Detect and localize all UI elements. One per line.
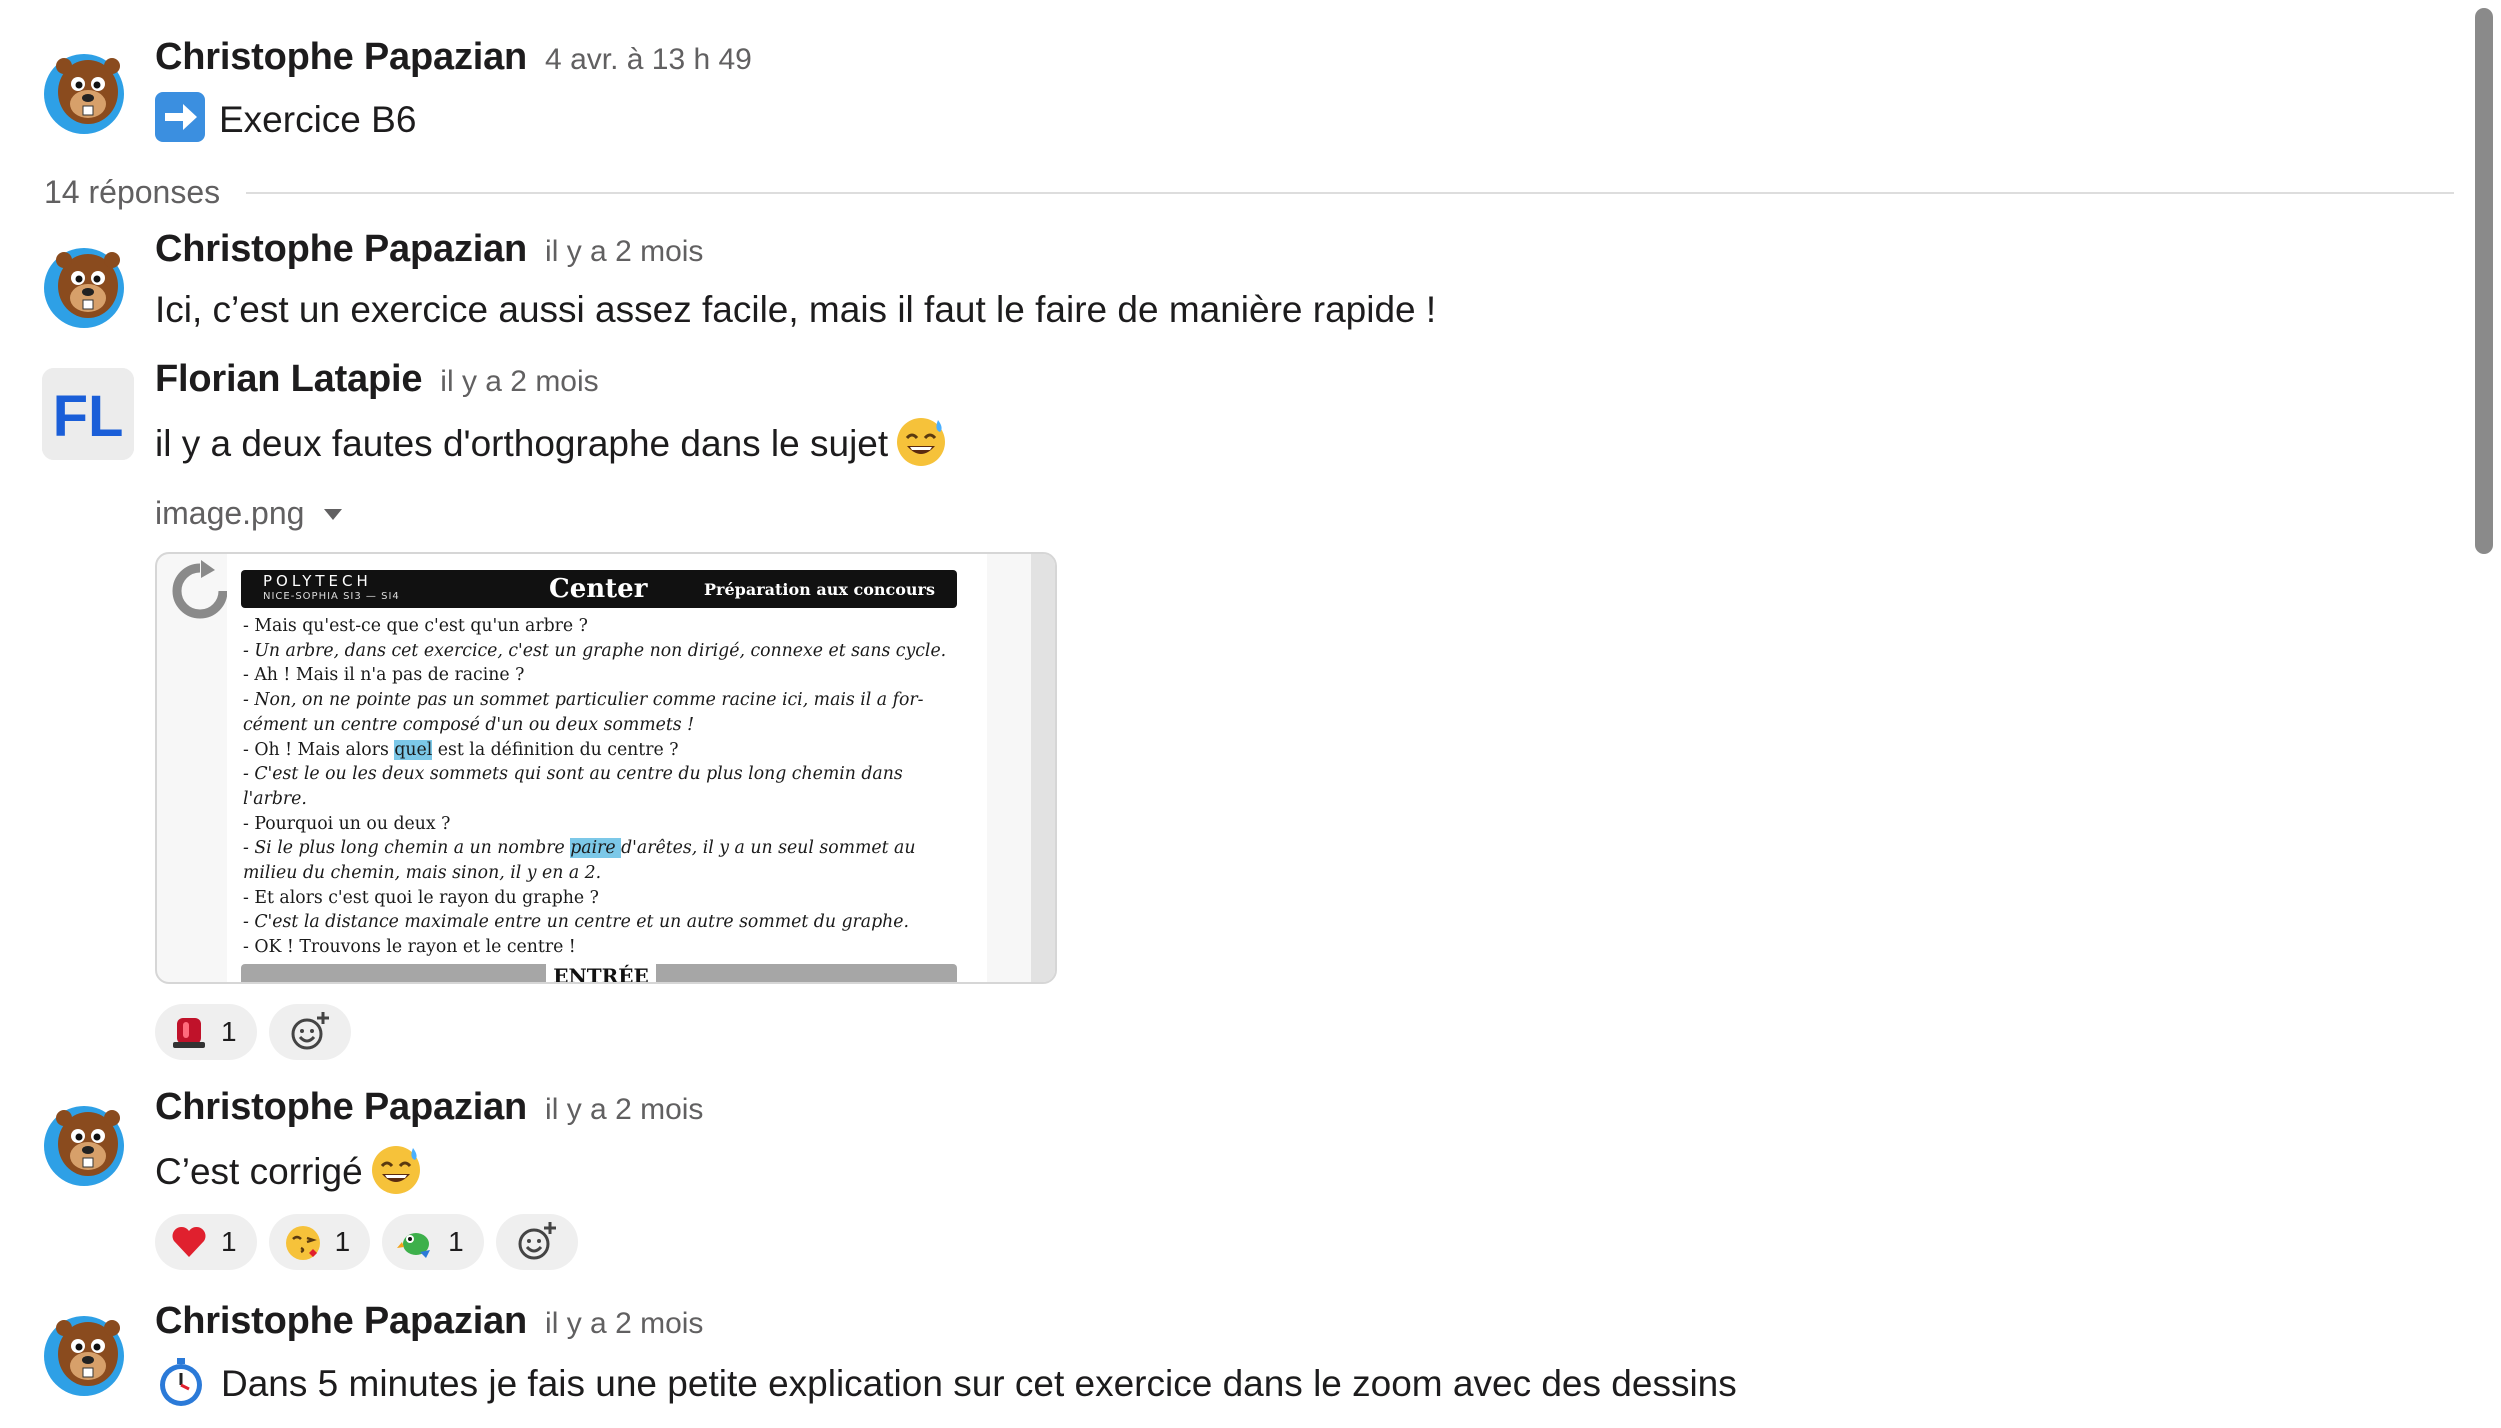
- message-body: il y a deux fautes d'orthographe dans le…: [155, 423, 889, 464]
- document-line: l'arbre.: [243, 788, 307, 809]
- avatar[interactable]: [42, 1098, 134, 1190]
- message-timestamp[interactable]: il y a 2 mois: [545, 1307, 703, 1340]
- document-line: - Un arbre, dans cet exercice, c'est un …: [243, 640, 947, 661]
- avatar[interactable]: [42, 240, 134, 332]
- red-siren-icon: [169, 1012, 209, 1052]
- beaver-avatar-icon: [44, 1316, 124, 1396]
- document-line: milieu du chemin, mais sinon, il y en a …: [243, 863, 602, 884]
- red-heart-icon: [169, 1222, 209, 1262]
- document-line: cément un centre composé d'un ou deux so…: [243, 714, 695, 735]
- add-reaction-icon: [518, 1222, 556, 1260]
- sweat-smile-emoji-icon: [369, 1142, 423, 1196]
- reaction-count: 1: [448, 1226, 464, 1257]
- message-author[interactable]: Christophe Papazian: [155, 1300, 527, 1342]
- avatar[interactable]: [42, 46, 134, 138]
- attachment-filename-label: image.png: [155, 495, 305, 531]
- message-timestamp[interactable]: 4 avr. à 13 h 49: [545, 43, 752, 76]
- document-brand-sub: NICE-SOPHIA SI3 — SI4: [263, 591, 400, 602]
- right-arrow-emoji-icon: [155, 92, 205, 142]
- sweat-smile-emoji-icon: [894, 414, 948, 468]
- document-line: - Ah ! Mais il n'a pas de racine ?: [243, 665, 525, 686]
- message-timestamp[interactable]: il y a 2 mois: [545, 1093, 703, 1126]
- beaver-avatar-icon: [44, 248, 124, 328]
- document-line: - C'est la distance maximale entre un ce…: [243, 912, 910, 933]
- add-reaction-button[interactable]: [268, 1004, 351, 1060]
- message[interactable]: Christophe Papazian il y a 2 mois Dans 5 …: [0, 1300, 2470, 1428]
- replies-count: 14 réponses: [44, 170, 247, 214]
- highlighted-word: quel: [394, 739, 433, 760]
- document-footer-bar: ENTRÉE: [241, 964, 957, 982]
- document-line-text: - Si le plus long chemin a un nombre: [243, 838, 571, 859]
- message-author[interactable]: Christophe Papazian: [155, 1086, 527, 1128]
- message-body: Ici, c’est un exercice aussi assez facil…: [155, 289, 1437, 330]
- avatar[interactable]: [42, 1308, 134, 1400]
- beaver-avatar-icon: [44, 54, 124, 134]
- highlighted-word: paire: [570, 838, 622, 859]
- message[interactable]: Christophe Papazian il y a 2 mois C’est c…: [0, 1086, 2470, 1298]
- fl-initials-avatar-icon: FL: [42, 368, 134, 460]
- message-body: C’est corrigé: [155, 1151, 363, 1192]
- reaction-pill[interactable]: 1: [382, 1214, 484, 1270]
- add-reaction-button[interactable]: [495, 1214, 578, 1270]
- replies-divider: 14 réponses: [44, 170, 2454, 214]
- message-author[interactable]: Christophe Papazian: [155, 36, 527, 78]
- divider-line: [44, 192, 2454, 194]
- message-text: C’est corrigé: [155, 1142, 2470, 1198]
- reactions-bar: 1: [155, 1004, 2470, 1064]
- document-line: - Non, on ne pointe pas un sommet partic…: [243, 690, 924, 711]
- refresh-logo-icon: [172, 560, 228, 619]
- thread-view: Christophe Papazian 4 avr. à 13 h 49 Exer…: [0, 0, 2501, 1428]
- document-line: - OK ! Trouvons le rayon et le centre !: [243, 937, 576, 958]
- reaction-count: 1: [334, 1226, 351, 1257]
- message-timestamp[interactable]: il y a 2 mois: [440, 365, 598, 398]
- document-line: - Et alors c'est quoi le rayon du graphe…: [243, 887, 599, 908]
- document-line: - Pourquoi un ou deux ?: [243, 813, 451, 834]
- document-line: - Mais qu'est-ce que c'est qu'un arbre ?: [243, 616, 588, 636]
- reaction-count: 1: [221, 1016, 237, 1047]
- chevron-down-icon[interactable]: [324, 509, 343, 520]
- document-line: - C'est le ou les deux sommets qui sont …: [243, 764, 903, 785]
- add-reaction-icon: [291, 1012, 329, 1050]
- document-line: - Si le plus long chemin a un nombre pai…: [243, 836, 963, 861]
- parrot-icon: [396, 1222, 436, 1262]
- kissing-face-icon: [283, 1222, 323, 1262]
- message-author[interactable]: Christophe Papazian: [155, 228, 527, 270]
- document-line-text: - Oh ! Mais alors: [243, 739, 395, 760]
- message-body: Dans 5 minutes je fais une petite explic…: [221, 1363, 1737, 1404]
- document-header: POLYTECH NICE-SOPHIA SI3 — SI4 Center Pr…: [241, 570, 957, 608]
- document-brand: POLYTECH: [263, 572, 372, 590]
- message[interactable]: FL Florian Latapie il y a 2 mois il y a d…: [0, 358, 2470, 1060]
- reaction-pill[interactable]: 1: [155, 1004, 257, 1060]
- scrollbar-thumb[interactable]: [2475, 8, 2493, 554]
- document-line-text: d'arêtes, il y a un seul sommet au: [621, 838, 916, 859]
- preview-edge: [1031, 554, 1055, 982]
- document-title: Center: [549, 574, 648, 604]
- message-text: Dans 5 minutes je fais une petite explic…: [155, 1356, 2470, 1410]
- avatar[interactable]: FL: [42, 368, 134, 460]
- avatar-initials: FL: [53, 384, 124, 449]
- message-text: il y a deux fautes d'orthographe dans le…: [155, 414, 2470, 470]
- document-text: - Mais qu'est-ce que c'est qu'un arbre ?…: [243, 614, 963, 960]
- beaver-avatar-icon: [44, 1106, 124, 1186]
- reactions-bar: 1 1 1: [155, 1214, 2470, 1274]
- message-body: Exercice B6: [219, 99, 417, 140]
- stopwatch-emoji-icon: [155, 1356, 207, 1408]
- document-line-text: est la définition du centre ?: [432, 739, 679, 760]
- reaction-count: 1: [221, 1226, 237, 1257]
- document-line: - Oh ! Mais alors quel est la définition…: [243, 738, 963, 763]
- reaction-pill[interactable]: 1: [268, 1214, 371, 1270]
- document-footer-label: ENTRÉE: [546, 964, 656, 982]
- message-author[interactable]: Florian Latapie: [155, 358, 422, 400]
- message-timestamp[interactable]: il y a 2 mois: [545, 235, 703, 268]
- message-text: Exercice B6: [155, 92, 2470, 146]
- document-subtitle: Préparation aux concours: [704, 580, 935, 599]
- image-preview[interactable]: POLYTECH NICE-SOPHIA SI3 — SI4 Center Pr…: [155, 552, 1057, 984]
- reaction-pill[interactable]: 1: [155, 1214, 257, 1270]
- root-message[interactable]: Christophe Papazian 4 avr. à 13 h 49 Exer…: [0, 36, 2470, 156]
- document-page: POLYTECH NICE-SOPHIA SI3 — SI4 Center Pr…: [227, 554, 987, 982]
- message[interactable]: Christophe Papazian il y a 2 mois Ici, c’…: [0, 228, 2470, 348]
- attachment-filename[interactable]: image.png: [155, 488, 2470, 538]
